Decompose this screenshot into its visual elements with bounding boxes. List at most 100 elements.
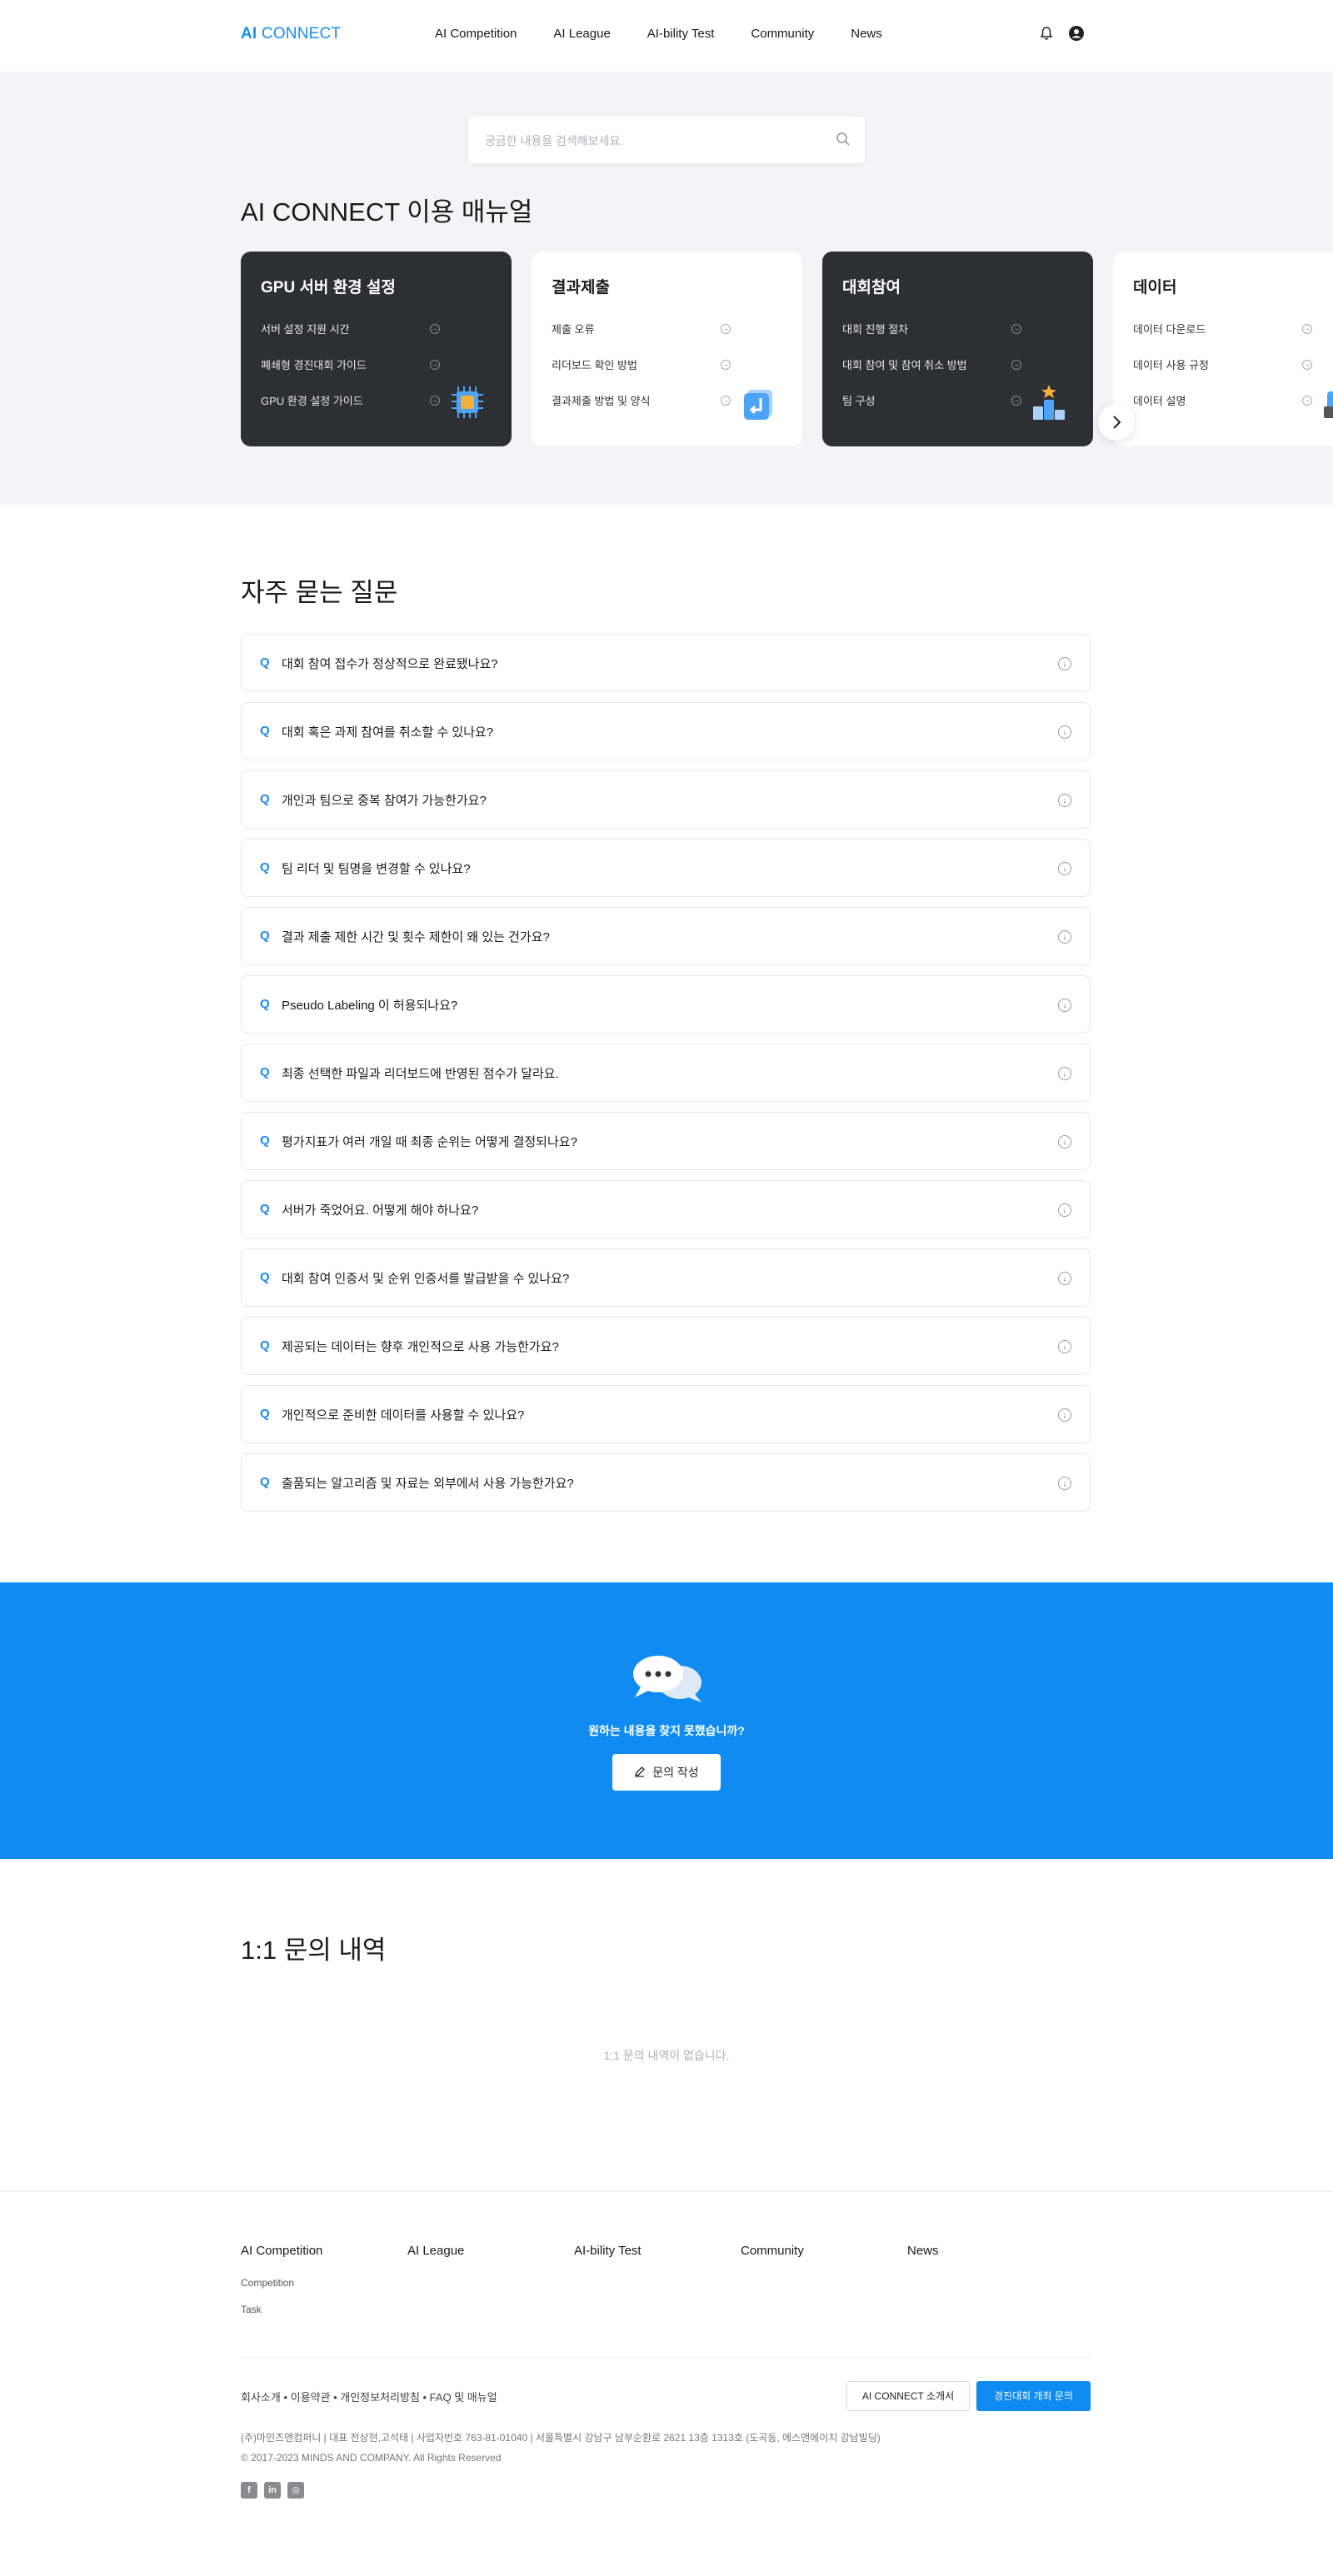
- nav-news[interactable]: News: [851, 27, 882, 41]
- faq-item[interactable]: Q 개인과 팀으로 중복 참여가 가능한가요? ↓: [241, 770, 1091, 829]
- facebook-icon[interactable]: f: [241, 2482, 257, 2499]
- card-link[interactable]: 데이터 설명 →: [1133, 392, 1312, 408]
- faq-question: 제공되는 데이터는 향후 개인적으로 사용 가능한가요?: [282, 1340, 559, 1354]
- q-marker: Q: [260, 1134, 270, 1148]
- chevron-down-icon[interactable]: ↓: [1058, 1340, 1071, 1353]
- faq-item[interactable]: Q 결과 제출 제한 시간 및 횟수 제한이 왜 있는 건가요? ↓: [241, 907, 1091, 965]
- card-link[interactable]: 대회 진행 절차 →: [842, 321, 1021, 336]
- manual-card-participation[interactable]: 대회참여 대회 진행 절차 → 대회 참여 및 참여 취소 방법 → 팀 구성 →: [822, 252, 1093, 446]
- chevron-down-icon[interactable]: ↓: [1058, 1067, 1071, 1080]
- card-link[interactable]: 팀 구성 →: [842, 392, 1021, 408]
- faq-title: 자주 묻는 질문: [241, 578, 398, 607]
- chevron-down-icon[interactable]: ↓: [1058, 862, 1071, 875]
- podium-icon: [1030, 383, 1068, 421]
- chevron-down-icon[interactable]: ↓: [1058, 725, 1071, 739]
- nav-ai-competition[interactable]: AI Competition: [435, 27, 517, 41]
- search-input[interactable]: 궁금한 내용을 검색해보세요.: [485, 132, 623, 149]
- nav-community[interactable]: Community: [751, 27, 814, 41]
- chevron-down-icon[interactable]: ↓: [1058, 657, 1071, 670]
- manual-card-submit[interactable]: 결과제출 제출 오류 → 리더보드 확인 방법 → 결과제출 방법 및 양식 →: [532, 252, 802, 446]
- chevron-down-icon[interactable]: ↓: [1058, 930, 1071, 944]
- card-link[interactable]: GPU 환경 설정 가이드 →: [261, 392, 440, 408]
- bell-icon[interactable]: [1038, 25, 1055, 42]
- faq-item[interactable]: Q 개인적으로 준비한 데이터를 사용할 수 있나요? ↓: [241, 1385, 1091, 1443]
- footer-col-ai-bility-test[interactable]: AI-bility Test: [574, 2244, 642, 2258]
- chevron-down-icon[interactable]: ↓: [1058, 1203, 1071, 1217]
- user-icon[interactable]: [1068, 25, 1085, 42]
- chevron-down-icon[interactable]: ↓: [1058, 1477, 1071, 1490]
- card-link[interactable]: 서버 설정 지원 시간 →: [261, 321, 440, 336]
- faq-item[interactable]: Q Pseudo Labeling 이 허용되나요? ↓: [241, 975, 1091, 1034]
- logo[interactable]: AI CONNECT: [241, 25, 341, 43]
- faq-question: 대회 참여 인증서 및 순위 인증서를 발급받을 수 있나요?: [282, 1272, 570, 1286]
- faq-item[interactable]: Q 대회 참여 인증서 및 순위 인증서를 발급받을 수 있나요? ↓: [241, 1248, 1091, 1307]
- arrow-right-icon: →: [430, 323, 440, 334]
- card-link[interactable]: 폐쇄형 경진대회 가이드 →: [261, 356, 440, 372]
- faq-item[interactable]: Q 팀 리더 및 팀명을 변경할 수 있나요? ↓: [241, 839, 1091, 897]
- search-bar[interactable]: 궁금한 내용을 검색해보세요.: [468, 117, 865, 163]
- footer-col-ai-league[interactable]: AI League: [407, 2244, 464, 2258]
- linkedin-icon[interactable]: in: [264, 2482, 281, 2499]
- write-inquiry-label: 문의 작성: [652, 1766, 699, 1779]
- card-link[interactable]: 데이터 다운로드 →: [1133, 321, 1312, 336]
- gpu-chip-icon: [448, 383, 487, 421]
- manual-section: 궁금한 내용을 검색해보세요. AI CONNECT 이용 매뉴얼 GPU 서버…: [0, 72, 1333, 505]
- manual-cards: GPU 서버 환경 설정 서버 설정 지원 시간 → 폐쇄형 경진대회 가이드 → …: [241, 252, 1333, 446]
- faq-item[interactable]: Q 서버가 죽었어요. 어떻게 해야 하나요? ↓: [241, 1180, 1091, 1238]
- chevron-down-icon[interactable]: ↓: [1058, 794, 1071, 807]
- chevron-down-icon[interactable]: ↓: [1058, 999, 1071, 1012]
- faq-item[interactable]: Q 대회 참여 접수가 정상적으로 완료됐나요? ↓: [241, 634, 1091, 692]
- card-link[interactable]: 대회 참여 및 참여 취소 방법 →: [842, 356, 1021, 372]
- q-marker: Q: [260, 1065, 270, 1079]
- footer-col-ai-competition[interactable]: AI Competition: [241, 2244, 322, 2258]
- faq-question: Pseudo Labeling 이 허용되나요?: [282, 999, 458, 1013]
- card-link[interactable]: 제출 오류 →: [552, 321, 731, 336]
- card-link[interactable]: 결과제출 방법 및 양식 →: [552, 392, 731, 408]
- arrow-right-icon: →: [721, 359, 731, 370]
- faq-question: 결과 제출 제한 시간 및 횟수 제한이 왜 있는 건가요?: [282, 930, 550, 944]
- footer-col-community[interactable]: Community: [741, 2244, 804, 2258]
- faq-section: 자주 묻는 질문 Q 대회 참여 접수가 정상적으로 완료됐나요? ↓ Q 대회 혹은…: [0, 505, 1333, 1582]
- instagram-icon[interactable]: ◎: [287, 2482, 304, 2499]
- chevron-down-icon[interactable]: ↓: [1058, 1272, 1071, 1285]
- intro-doc-button[interactable]: AI CONNECT 소개서: [846, 2381, 970, 2411]
- nav-ai-league[interactable]: AI League: [553, 27, 610, 41]
- card-link[interactable]: 리더보드 확인 방법 →: [552, 356, 731, 372]
- footer-policy-links[interactable]: 회사소개 • 이용약관 • 개인정보처리방침 • FAQ 및 매뉴얼: [241, 2389, 497, 2404]
- write-inquiry-button[interactable]: 문의 작성: [612, 1754, 721, 1791]
- faq-item[interactable]: Q 제공되는 데이터는 향후 개인적으로 사용 가능한가요? ↓: [241, 1317, 1091, 1375]
- faq-question: 개인적으로 준비한 데이터를 사용할 수 있나요?: [282, 1408, 525, 1423]
- host-inquiry-button[interactable]: 경진대회 개최 문의: [976, 2381, 1091, 2411]
- arrow-right-icon: →: [1302, 323, 1312, 334]
- q-marker: Q: [260, 997, 270, 1011]
- search-icon[interactable]: [835, 131, 851, 147]
- chat-bubbles-icon: [630, 1652, 705, 1704]
- q-marker: Q: [260, 1407, 270, 1421]
- faq-item[interactable]: Q 출품되는 알고리즘 및 자료는 외부에서 사용 가능한가요? ↓: [241, 1453, 1091, 1512]
- card-link[interactable]: 데이터 사용 규정 →: [1133, 356, 1312, 372]
- footer-link-competition[interactable]: Competition: [241, 2277, 294, 2289]
- q-marker: Q: [260, 1475, 270, 1489]
- manual-card-gpu[interactable]: GPU 서버 환경 설정 서버 설정 지원 시간 → 폐쇄형 경진대회 가이드 → …: [241, 252, 512, 446]
- footer-link-task[interactable]: Task: [241, 2304, 262, 2315]
- carousel-next-button[interactable]: [1098, 404, 1135, 441]
- chevron-down-icon[interactable]: ↓: [1058, 1135, 1071, 1148]
- nav-ai-bility-test[interactable]: AI-bility Test: [647, 27, 715, 41]
- faq-item[interactable]: Q 최종 선택한 파일과 리더보드에 반영된 점수가 달라요. ↓: [241, 1044, 1091, 1102]
- arrow-right-icon: →: [721, 323, 731, 334]
- faq-question: 최종 선택한 파일과 리더보드에 반영된 점수가 달라요.: [282, 1067, 559, 1081]
- chevron-down-icon[interactable]: ↓: [1058, 1408, 1071, 1422]
- inquiry-title: 1:1 문의 내역: [241, 1936, 387, 1965]
- main-nav: AI Competition AI League AI-bility Test …: [435, 27, 919, 41]
- q-marker: Q: [260, 655, 270, 670]
- q-marker: Q: [260, 929, 270, 943]
- card-title: GPU 서버 환경 설정: [261, 279, 396, 296]
- arrow-right-icon: →: [430, 395, 440, 406]
- copyright: © 2017-2023 MINDS AND COMPANY. All Right…: [241, 2452, 502, 2464]
- footer-col-news[interactable]: News: [907, 2244, 939, 2258]
- faq-item[interactable]: Q 대회 혹은 과제 참여를 취소할 수 있나요? ↓: [241, 702, 1091, 760]
- manual-card-data[interactable]: 데이터 데이터 다운로드 → 데이터 사용 규정 → 데이터 설명 →: [1113, 252, 1333, 446]
- footer-divider: [241, 2357, 1091, 2358]
- site-footer: AI Competition Competition Task AI Leagu…: [0, 2191, 1333, 2574]
- faq-item[interactable]: Q 평가지표가 여러 개일 때 최종 순위는 어떻게 결정되나요? ↓: [241, 1112, 1091, 1170]
